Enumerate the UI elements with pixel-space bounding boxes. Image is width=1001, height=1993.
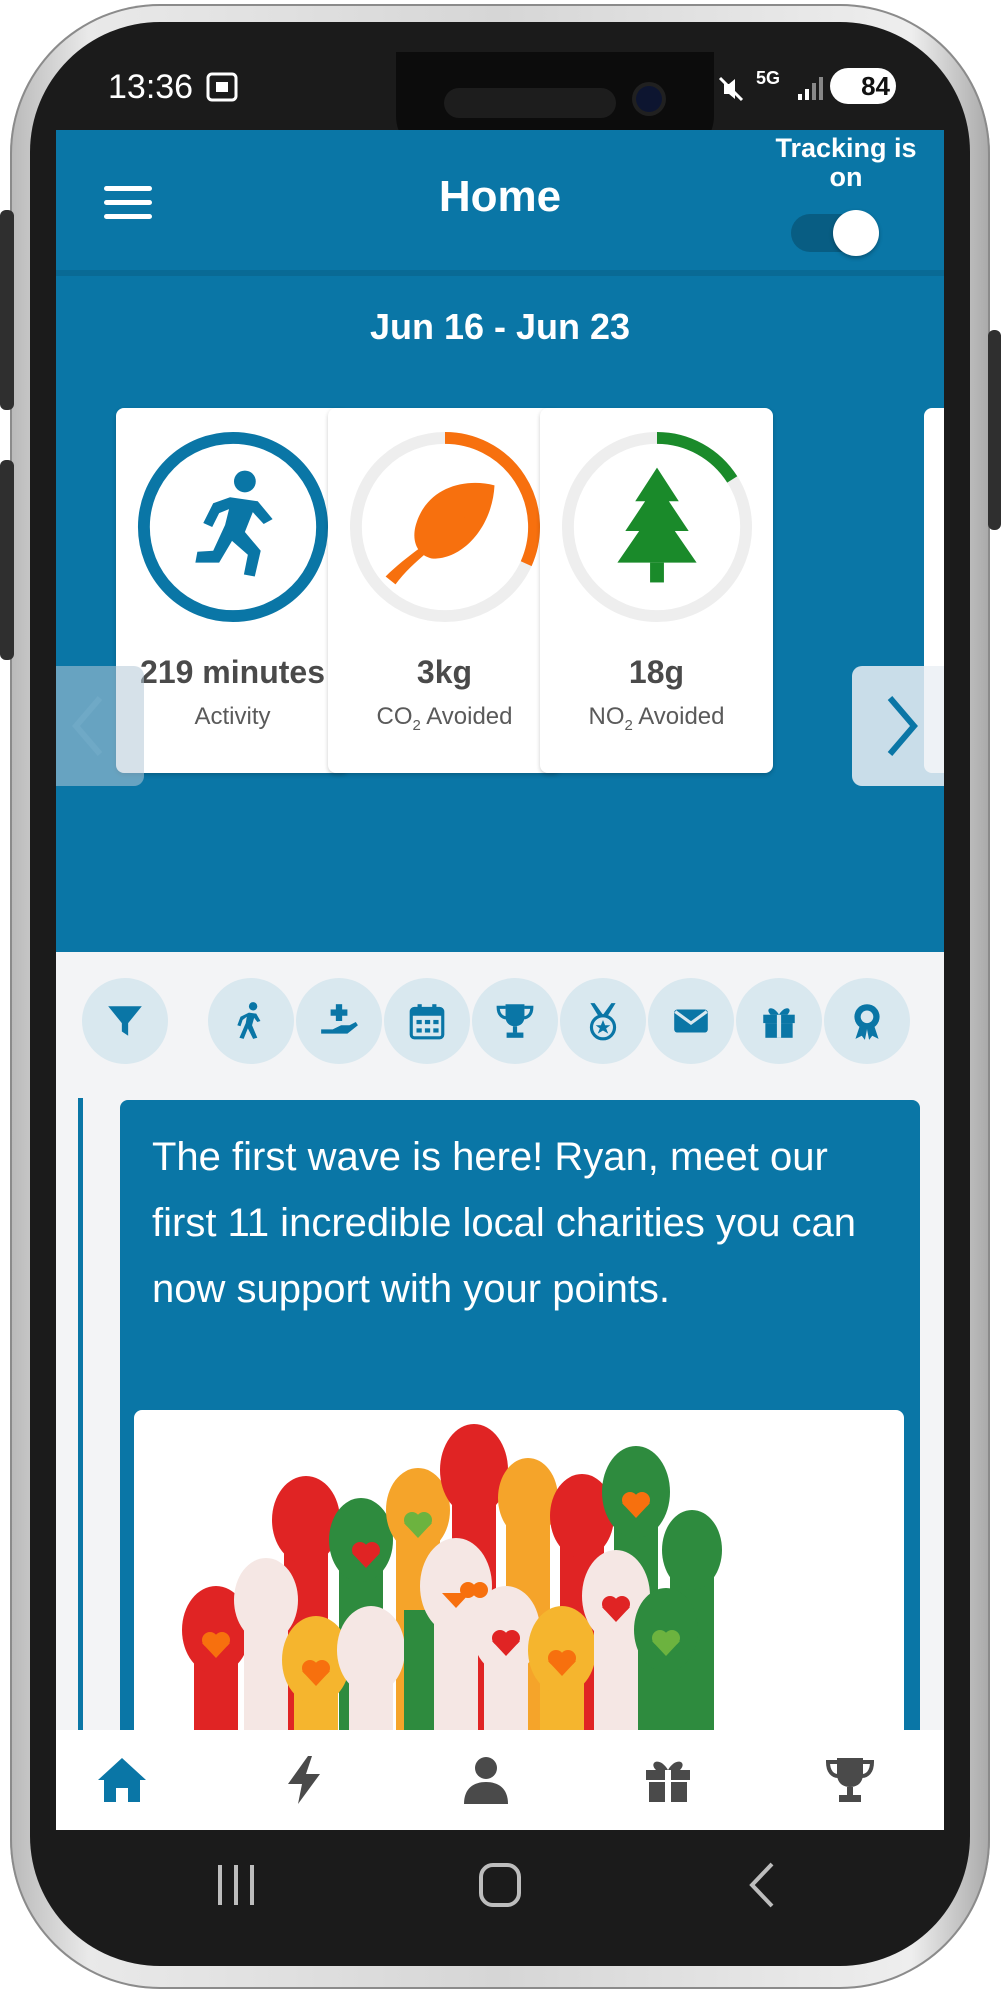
chevron-right-icon <box>887 696 918 756</box>
feed-timeline-line <box>78 1098 83 1830</box>
leaf-icon <box>385 482 495 585</box>
signal-icon <box>798 77 823 100</box>
home-icon <box>98 1758 146 1802</box>
bottom-navigation <box>56 1730 944 1830</box>
progress-ring <box>137 431 329 623</box>
back-icon[interactable] <box>724 1850 804 1920</box>
filter-icon <box>108 1006 142 1036</box>
app-screen: Home Tracking is on Jun 16 - Jun 23 219 … <box>56 130 944 1830</box>
gift-icon <box>646 1761 690 1802</box>
hand-donate-icon <box>321 1004 358 1034</box>
walking-icon <box>237 1002 261 1039</box>
stat-label: NO2 Avoided <box>588 703 725 734</box>
filter-messages[interactable] <box>648 978 734 1064</box>
progress-ring <box>349 431 541 623</box>
chevron-left-icon <box>72 696 103 756</box>
stat-value: 3kg <box>416 654 473 690</box>
filter-rewards[interactable] <box>736 978 822 1064</box>
filter-events[interactable] <box>384 978 470 1064</box>
nav-profile[interactable] <box>446 1740 526 1820</box>
clock: 13:36 <box>108 68 194 106</box>
filter-badges[interactable] <box>560 978 646 1064</box>
award-icon <box>854 1004 880 1040</box>
system-navigation-bar <box>56 1830 944 1940</box>
stat-label: Activity <box>194 703 271 730</box>
tracking-label: Tracking is on <box>775 133 917 192</box>
stat-card-activity[interactable]: 219 minutes Activity <box>116 408 349 773</box>
carousel-next-button[interactable] <box>852 666 944 786</box>
progress-ring <box>561 431 753 623</box>
filter-activity[interactable] <box>208 978 294 1064</box>
battery-indicator: 84 <box>830 68 896 104</box>
calendar-icon <box>409 1004 445 1040</box>
mail-icon <box>674 1009 708 1033</box>
filter-donations[interactable] <box>296 978 382 1064</box>
filter-challenges[interactable] <box>472 978 558 1064</box>
app-header: Home Tracking is on <box>56 130 944 270</box>
power-button <box>988 330 1001 530</box>
filter-achievements[interactable] <box>824 978 910 1064</box>
mute-icon <box>718 76 744 102</box>
nav-home[interactable] <box>82 1740 162 1820</box>
running-person-icon <box>195 470 273 577</box>
status-bar: 13:36 5G 84 <box>56 40 944 156</box>
nav-activity[interactable] <box>264 1740 344 1820</box>
gift-icon <box>763 1008 795 1038</box>
stat-card-co2[interactable]: 3kg CO2 Avoided <box>328 408 561 773</box>
screenshot-icon <box>206 72 238 102</box>
home-button-icon[interactable] <box>460 1850 540 1920</box>
feed-filter-bar <box>56 952 944 1096</box>
date-range: Jun 16 - Jun 23 <box>369 306 631 347</box>
medal-icon <box>589 1003 617 1041</box>
stat-value: 219 minutes <box>140 654 325 690</box>
trophy-icon <box>825 1758 875 1802</box>
trophy-icon <box>496 1004 534 1038</box>
toggle-knob <box>833 210 879 256</box>
stat-label: CO2 Avoided <box>376 703 513 734</box>
tracking-toggle[interactable] <box>791 210 879 256</box>
feed-post[interactable]: The first wave is here! Ryan, meet our f… <box>120 1100 920 1830</box>
volume-button <box>0 210 14 410</box>
battery-level: 84 <box>861 71 890 101</box>
recent-apps-icon[interactable] <box>196 1850 276 1920</box>
stat-card-no2[interactable]: 18g NO2 Avoided <box>540 408 773 773</box>
nav-leaderboard[interactable] <box>810 1740 890 1820</box>
speaker-grille <box>444 88 616 118</box>
stat-value: 18g <box>628 654 685 690</box>
weekly-stats-panel: Jun 16 - Jun 23 219 minutes Activity 3kg… <box>56 276 944 952</box>
feed-message: The first wave is here! Ryan, meet our f… <box>152 1135 857 1311</box>
front-camera <box>636 86 662 112</box>
carousel-prev-button[interactable] <box>56 666 144 786</box>
volume-button <box>0 460 14 660</box>
bolt-icon <box>288 1756 320 1804</box>
network-type: 5G <box>756 68 781 88</box>
profile-icon <box>464 1757 508 1804</box>
nav-rewards[interactable] <box>628 1740 708 1820</box>
filter-button[interactable] <box>82 978 168 1064</box>
tree-icon <box>617 467 697 583</box>
